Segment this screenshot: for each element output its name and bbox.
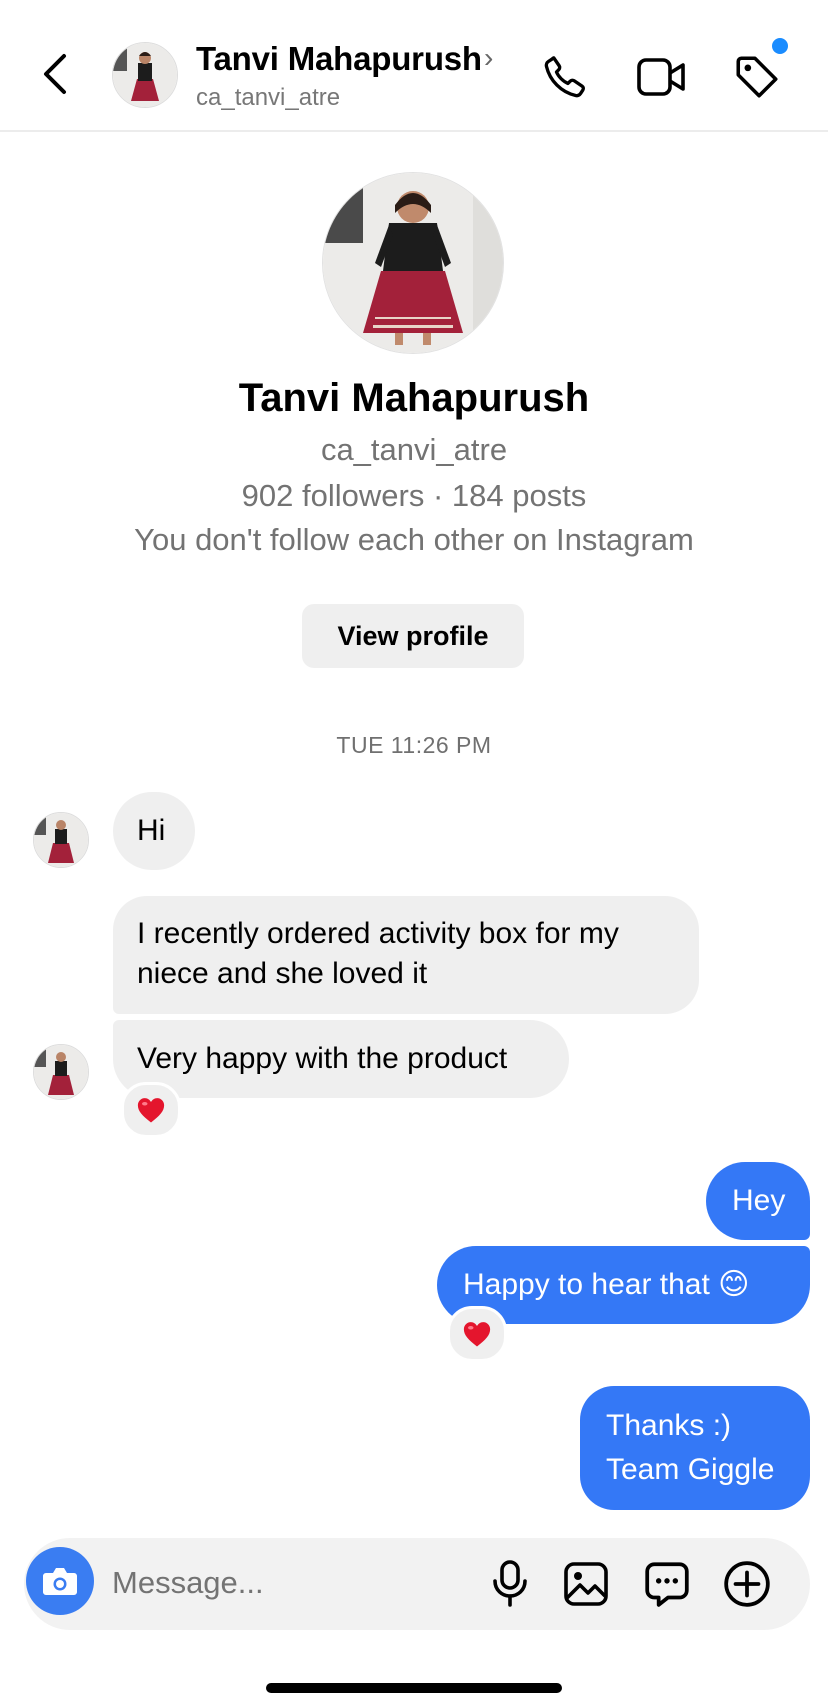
profile-avatar[interactable]	[322, 172, 504, 354]
incoming-message-bubble[interactable]: Hi	[113, 792, 195, 870]
message-text: Hey	[732, 1184, 786, 1217]
header-username[interactable]: ca_tanvi_atre	[196, 84, 340, 112]
message-text: Hi	[137, 814, 166, 847]
message-text: Very happy with the product	[137, 1042, 508, 1075]
incoming-message-bubble[interactable]: I recently ordered activity box for my n…	[113, 896, 699, 1014]
profile-relationship: You don't follow each other on Instagram	[134, 522, 694, 557]
outgoing-message-bubble[interactable]: Thanks :) Team Giggle	[580, 1386, 810, 1510]
header-avatar[interactable]	[112, 42, 178, 108]
add-icon[interactable]	[722, 1559, 772, 1609]
message-text: Happy to hear that 😊	[463, 1268, 750, 1301]
sticker-chat-icon[interactable]	[642, 1559, 692, 1609]
camera-button[interactable]	[26, 1547, 94, 1615]
message-text: I recently ordered activity box for my	[137, 917, 619, 950]
back-chevron-icon[interactable]	[36, 50, 76, 98]
message-text: Thanks :)	[606, 1409, 732, 1442]
camera-icon	[43, 1568, 77, 1595]
home-indicator[interactable]	[266, 1683, 562, 1693]
message-input[interactable]	[112, 1558, 442, 1608]
heart-reaction[interactable]	[121, 1082, 181, 1138]
heart-icon	[137, 1098, 165, 1123]
tag-icon[interactable]	[732, 52, 782, 102]
message-text: Team Giggle	[606, 1453, 775, 1486]
message-timestamp: TUE 11:26 PM	[336, 732, 492, 758]
sender-avatar[interactable]	[33, 812, 89, 868]
heart-reaction[interactable]	[447, 1306, 507, 1362]
phone-icon[interactable]	[540, 52, 590, 102]
video-camera-icon[interactable]	[636, 54, 688, 100]
heart-icon	[463, 1322, 491, 1347]
outgoing-message-bubble[interactable]: Hey	[706, 1162, 810, 1240]
gallery-icon[interactable]	[562, 1560, 610, 1608]
view-profile-button[interactable]: View profile	[302, 604, 524, 668]
notification-dot	[772, 38, 788, 54]
sender-avatar[interactable]	[33, 1044, 89, 1100]
profile-username: ca_tanvi_atre	[320, 432, 508, 467]
chat-header: Tanvi Mahapurush › ca_tanvi_atre	[0, 0, 828, 132]
profile-stats: 902 followers · 184 posts	[241, 478, 587, 513]
header-chevron-icon[interactable]: ›	[484, 42, 493, 74]
microphone-icon[interactable]	[490, 1559, 530, 1609]
profile-name: Tanvi Mahapurush	[238, 376, 590, 420]
incoming-message-bubble[interactable]: Very happy with the product	[113, 1020, 569, 1098]
header-contact-name[interactable]: Tanvi Mahapurush	[196, 40, 482, 78]
message-text: niece and she loved it	[137, 957, 428, 990]
